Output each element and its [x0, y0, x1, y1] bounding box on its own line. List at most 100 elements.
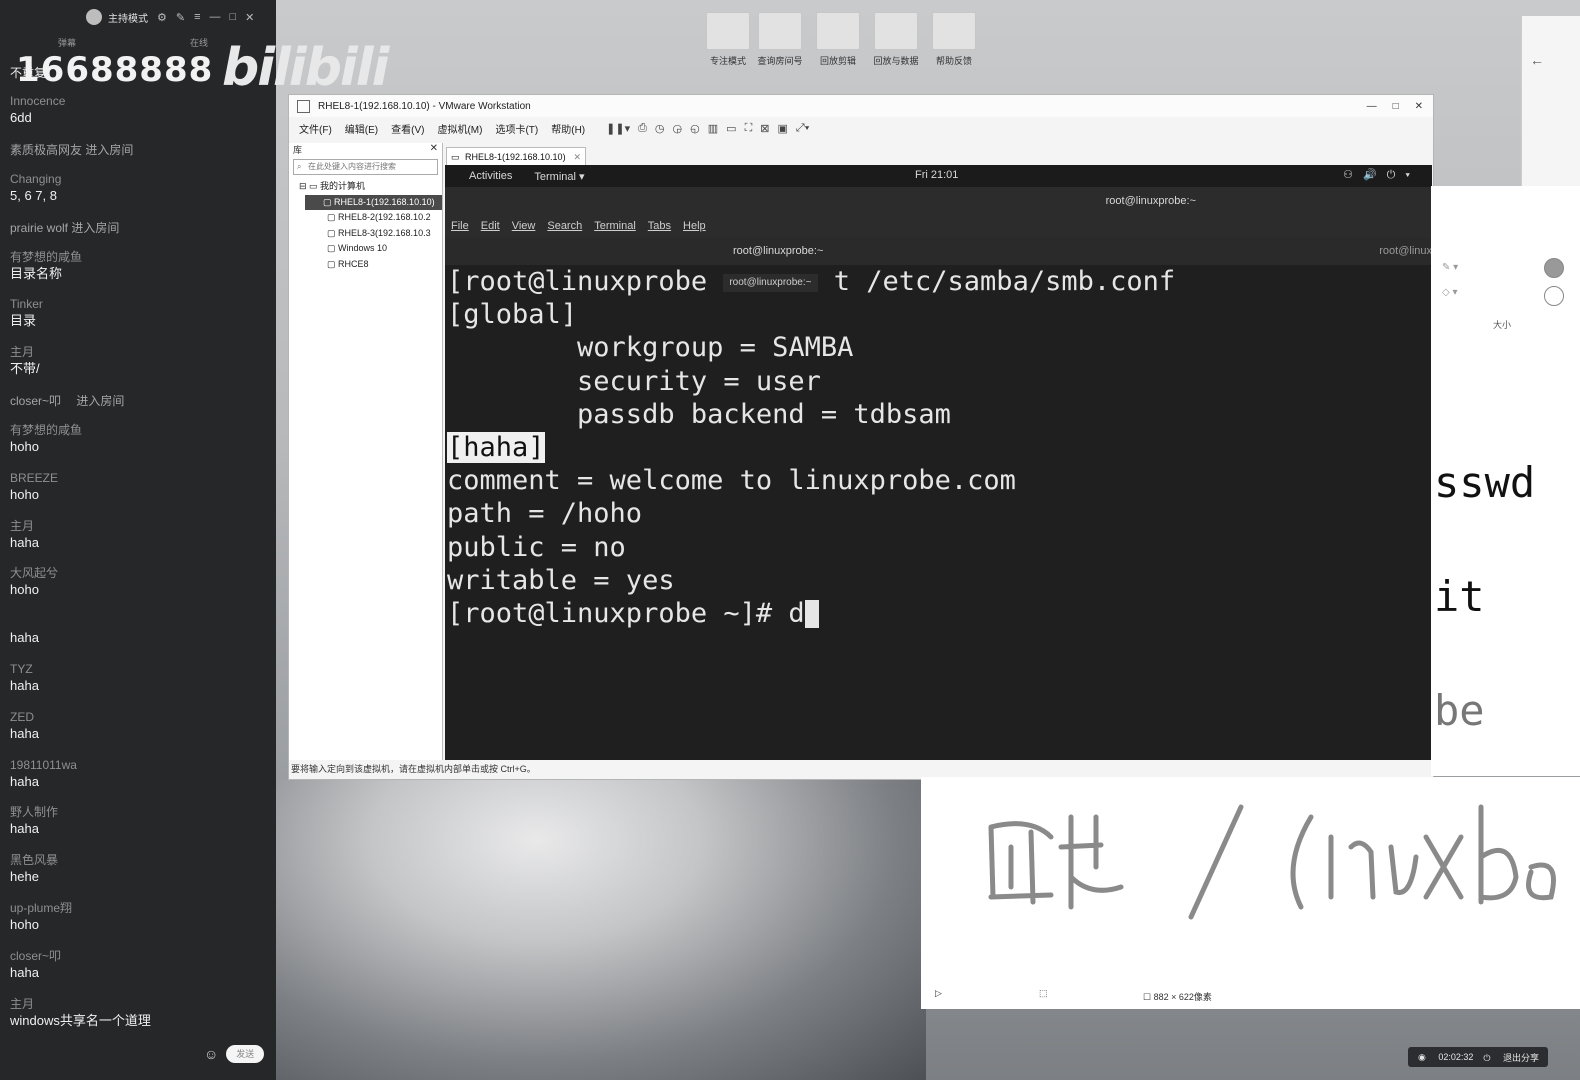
close-library-icon[interactable]: ✕ — [430, 143, 438, 154]
pause-icon[interactable]: ❚❚▾ — [606, 122, 630, 135]
menu-file[interactable]: 文件(F) — [299, 121, 332, 136]
guest-display[interactable]: Activities Terminal ▾ Fri 21:01 ⚇🔊⏻▾ roo… — [445, 165, 1432, 760]
chat-username[interactable] — [10, 613, 270, 629]
desktop-icon-data[interactable]: 回放与数据 — [868, 12, 924, 72]
terminal-tab-2[interactable]: root@linux — [1379, 245, 1432, 257]
emoji-icon[interactable]: ☺ — [204, 1046, 218, 1062]
term-menu-file[interactable]: File — [451, 220, 469, 232]
browser-window-fragment: ← — [1521, 16, 1580, 186]
chat-username[interactable]: BREEZE — [10, 470, 270, 486]
desktop-icon-help[interactable]: 帮助反馈 — [926, 12, 982, 72]
desktop-icon-clip[interactable]: 回放剪辑 — [810, 12, 866, 72]
system-tray[interactable]: ⚇🔊⏻▾ — [1343, 168, 1420, 182]
back-arrow-icon[interactable]: ← — [1530, 52, 1544, 68]
search-icon: ⌕ — [297, 162, 302, 171]
maximize-icon[interactable]: □ — [230, 11, 237, 23]
desktop-icon-label: 专注模式 — [709, 56, 746, 66]
send-keys-icon[interactable]: ⎙ — [638, 122, 647, 135]
menu-icon[interactable]: ≡ — [194, 11, 200, 23]
menu-view[interactable]: 查看(V) — [391, 121, 424, 136]
search-placeholder: 在此处键入内容进行搜索 — [308, 162, 396, 171]
send-button[interactable]: 发送 — [226, 1045, 265, 1063]
color-swatch-gray[interactable] — [1544, 258, 1564, 278]
term-menu-tabs[interactable]: Tabs — [648, 220, 671, 232]
desktop-icon-focus[interactable]: 专注模式 — [700, 12, 756, 72]
pointer-icon[interactable]: ▷ — [935, 988, 942, 999]
chat-username[interactable]: 黑色风暴 — [10, 852, 270, 868]
tree-node-vm-3[interactable]: ▢ RHEL8-3(192.168.10.3 — [289, 226, 442, 242]
color-swatch-white[interactable] — [1544, 286, 1564, 306]
tree-node-vm-4[interactable]: ▢ Windows 10 — [289, 241, 442, 257]
revert-snapshot-icon[interactable]: ◶ — [673, 122, 683, 135]
chat-username[interactable]: 有梦想的咸鱼 — [10, 422, 270, 438]
recording-time: ◉ 02:02:32 — [1418, 1051, 1474, 1062]
app-menu-terminal[interactable]: Terminal ▾ — [534, 170, 584, 183]
gnome-clock[interactable]: Fri 21:01 — [915, 169, 958, 181]
term-menu-view[interactable]: View — [512, 220, 536, 232]
chat-text: haha — [10, 821, 39, 837]
chat-username[interactable]: 有梦想的咸鱼 — [10, 249, 270, 265]
chat-username[interactable]: 19811011wa — [10, 757, 270, 773]
activities-button[interactable]: Activities — [469, 170, 512, 182]
library-view-icon[interactable]: ▥ — [708, 122, 718, 135]
close-icon[interactable]: ✕ — [1415, 101, 1423, 112]
chat-username[interactable]: 大风起兮 — [10, 565, 270, 581]
menu-tabs[interactable]: 选项卡(T) — [495, 121, 538, 136]
terminal-line: [global] — [447, 299, 578, 331]
menu-help[interactable]: 帮助(H) — [551, 121, 585, 136]
shape-icon[interactable]: ◇ ▾ — [1442, 287, 1458, 298]
close-icon[interactable]: ✕ — [245, 11, 254, 24]
select-icon[interactable]: ⬚ — [1039, 988, 1048, 999]
chat-username[interactable]: TYZ — [10, 661, 270, 677]
whiteboard-lower[interactable] — [921, 777, 1580, 1009]
chat-username[interactable]: 野人制作 — [10, 804, 270, 820]
terminal-prompt-line: [root@linuxprobe ~]# d — [445, 597, 1432, 630]
edit-icon[interactable]: ✎ — [176, 11, 185, 24]
term-menu-edit[interactable]: Edit — [481, 220, 500, 232]
vm-library-panel: 库 ✕ ⌕ 在此处键入内容进行搜索 ⊟ ▭ 我的计算机 ▢ RHEL8-1(19… — [289, 143, 443, 760]
term-menu-search[interactable]: Search — [547, 220, 582, 232]
maximize-icon[interactable]: □ — [1393, 101, 1399, 112]
chat-username[interactable]: closer~叩 — [10, 948, 270, 964]
exit-share-button[interactable]: ⏻ 退出分享 — [1483, 1051, 1539, 1064]
chat-username[interactable]: 主月 — [10, 518, 270, 534]
minimize-icon[interactable]: — — [210, 11, 221, 23]
desktop-icon-room[interactable]: 查询房间号 — [752, 12, 808, 72]
minimize-icon[interactable]: — — [1367, 101, 1377, 112]
chat-text: hehe — [10, 869, 39, 885]
vm-tab[interactable]: ▭ RHEL8-1(192.168.10.10) ✕ — [446, 147, 586, 165]
unity-icon[interactable]: ⊠ — [760, 122, 769, 135]
console-icon[interactable]: ▣ — [777, 122, 787, 135]
settings-icon[interactable]: ⚙ — [157, 11, 167, 24]
tabs-view-icon[interactable]: ▭ — [726, 122, 736, 135]
stretch-icon[interactable]: ⤢▾ — [796, 122, 809, 135]
fullscreen-icon[interactable]: ⛶ — [745, 122, 753, 135]
terminal-output[interactable]: [root@linuxprobe root@linuxprobe:~ t /et… — [445, 265, 1432, 760]
chat-username[interactable]: up-plume翔 — [10, 900, 270, 916]
tree-node-vm-2[interactable]: ▢ RHEL8-2(192.168.10.2 — [289, 210, 442, 226]
terminal-tab-1[interactable]: root@linuxprobe:~ — [733, 245, 823, 257]
menu-edit[interactable]: 编辑(E) — [345, 121, 378, 136]
network-icon: ⚇ — [1343, 169, 1363, 181]
desktop-icon-label: 回放剪辑 — [819, 56, 856, 66]
library-search-input[interactable]: ⌕ 在此处键入内容进行搜索 — [293, 159, 438, 175]
chat-username[interactable]: 主月 — [10, 996, 270, 1012]
pen-icon[interactable]: ✎ ▾ — [1442, 262, 1458, 273]
tree-node-my-computer[interactable]: ⊟ ▭ 我的计算机 — [289, 179, 442, 195]
chat-username[interactable]: Changing — [10, 171, 270, 187]
chat-username[interactable]: 主月 — [10, 344, 270, 360]
close-tab-icon[interactable]: ✕ — [573, 148, 581, 166]
snapshot-icon[interactable]: ◷ — [655, 122, 665, 135]
term-menu-help[interactable]: Help — [683, 220, 706, 232]
terminal-line: security = user — [447, 365, 821, 397]
terminal-line: comment = welcome to linuxprobe.com — [447, 465, 1016, 497]
tab-danmaku[interactable]: 弹幕 — [58, 36, 76, 49]
chat-username[interactable]: ZED — [10, 709, 270, 725]
snapshot-manager-icon[interactable]: ◵ — [690, 122, 700, 135]
tree-node-vm-1[interactable]: ▢ RHEL8-1(192.168.10.10) — [305, 194, 442, 210]
term-menu-terminal[interactable]: Terminal — [594, 220, 636, 232]
tab-online[interactable]: 在线 — [190, 36, 208, 49]
menu-vm[interactable]: 虚拟机(M) — [437, 121, 482, 136]
tree-node-vm-5[interactable]: ▢ RHCE8 — [289, 257, 442, 273]
chat-username[interactable]: Tinker — [10, 296, 270, 312]
